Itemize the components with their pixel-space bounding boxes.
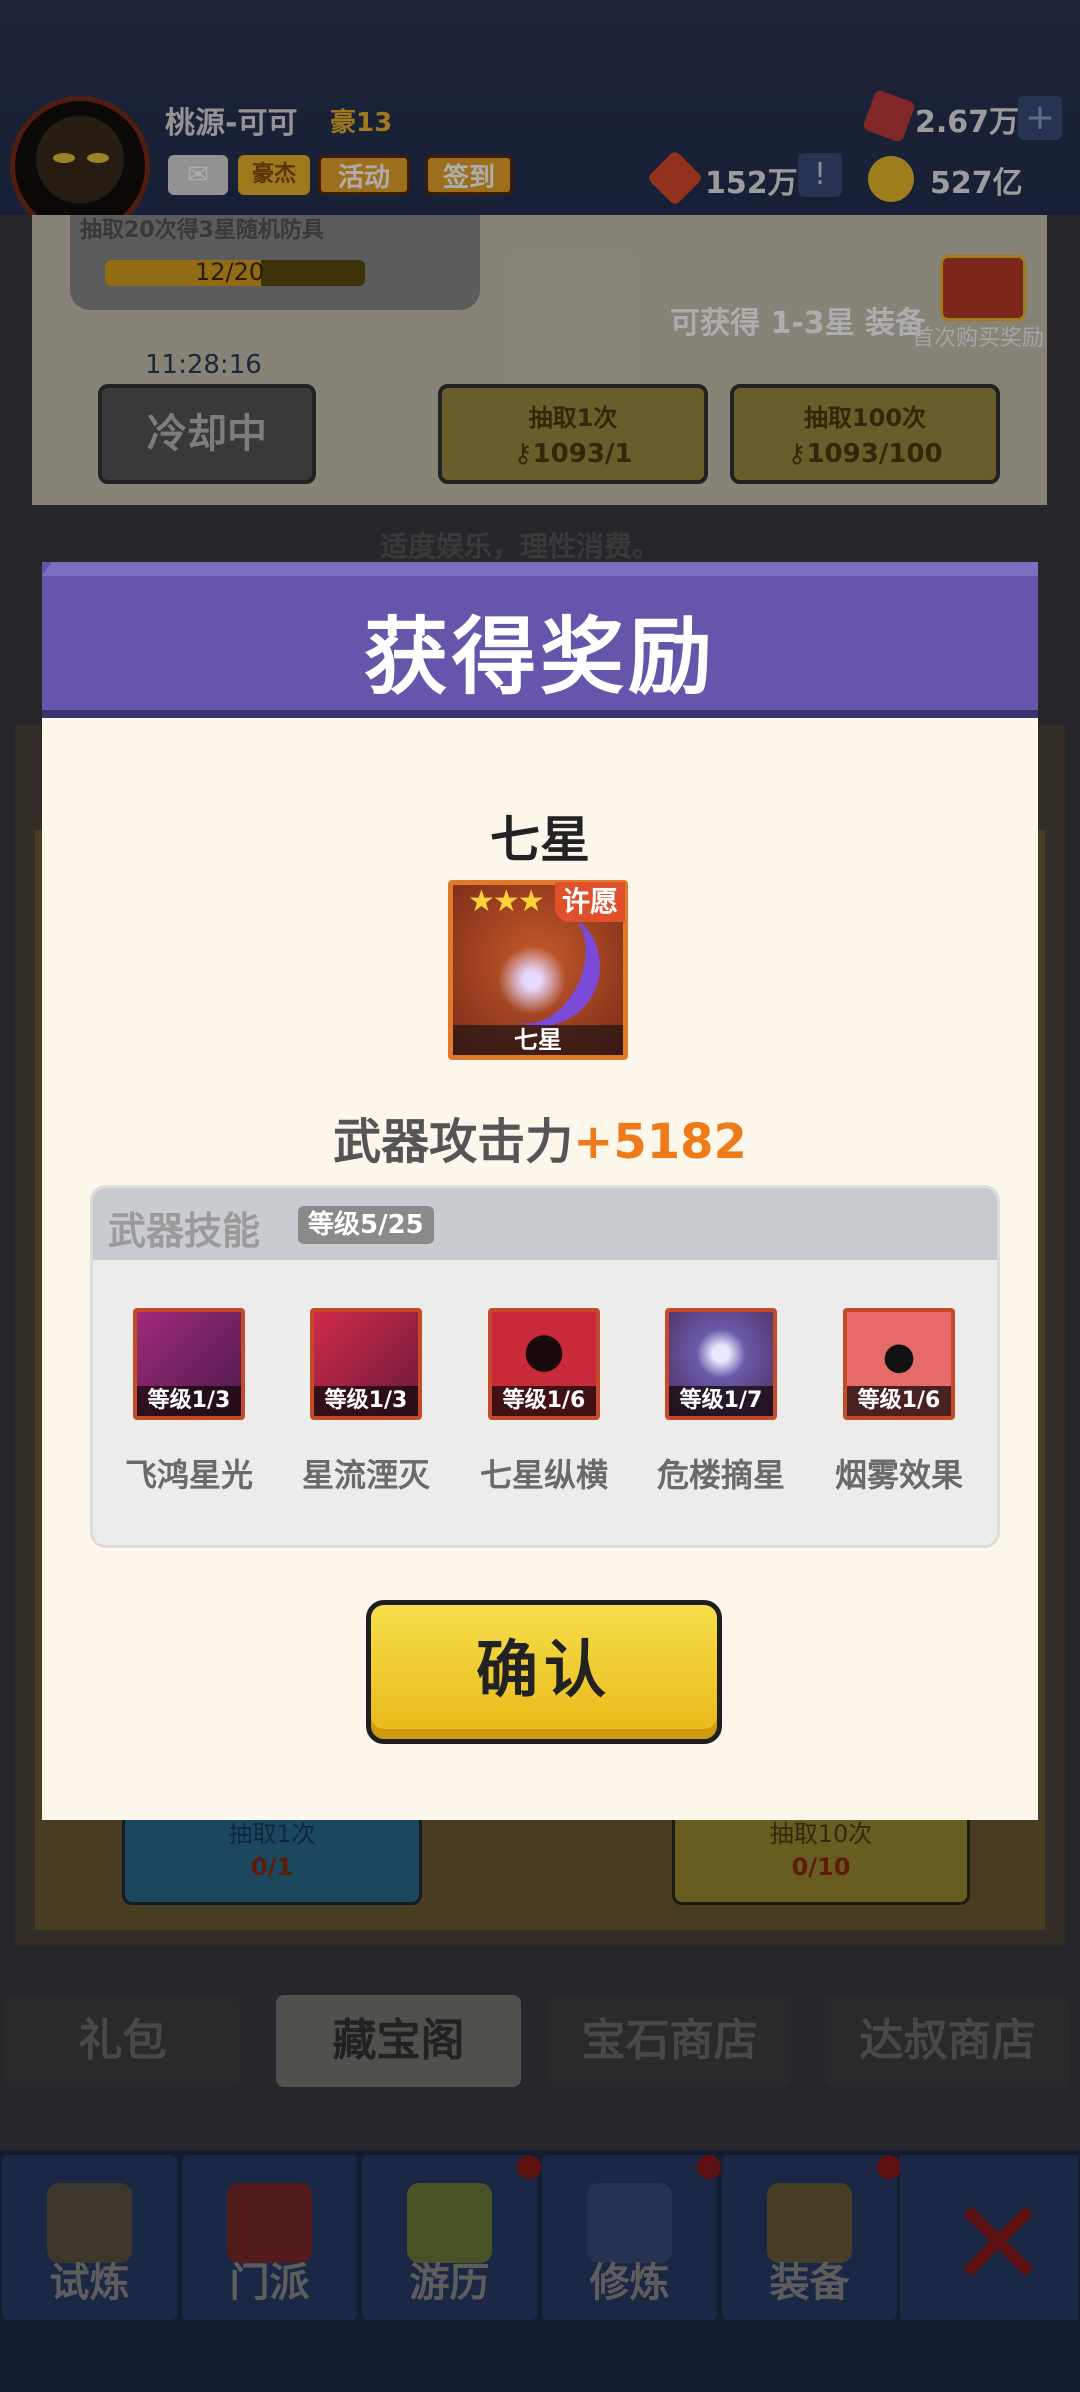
reward-item-card-label: 七星 — [453, 1025, 623, 1055]
skill-name: 烟雾效果 — [834, 1456, 963, 1494]
skill-level: 等级1/3 — [314, 1386, 418, 1416]
skill-level: 等级1/3 — [137, 1386, 241, 1416]
modal-title: 获得奖励 — [363, 608, 716, 706]
weapon-skill-level: 等级5/25 — [298, 1206, 434, 1244]
skill-name: 七星纵横 — [479, 1456, 608, 1494]
skill-name: 危楼摘星 — [656, 1456, 785, 1494]
header-highlight — [42, 562, 1038, 576]
skill-name: 星流湮灭 — [301, 1456, 430, 1494]
confirm-button[interactable]: 确认 — [366, 1600, 722, 1744]
weapon-skill-title: 武器技能 — [108, 1209, 261, 1253]
reward-item-name: 七星 — [490, 811, 590, 869]
skill-name: 飞鸿星光 — [124, 1456, 253, 1494]
weapon-attack-line: 武器攻击力+5182 — [42, 1102, 1038, 1172]
skill-icon[interactable]: 等级1/7 — [665, 1308, 777, 1420]
skill-level: 等级1/6 — [492, 1386, 596, 1416]
star-rating-icon: ★★★ — [468, 884, 545, 919]
skill-icon[interactable]: 等级1/3 — [310, 1308, 422, 1420]
skill-icon[interactable]: 等级1/6 — [488, 1308, 600, 1420]
weapon-attack-label: 武器攻击力 — [333, 1114, 574, 1170]
skill-level: 等级1/6 — [847, 1386, 951, 1416]
skill-icon[interactable]: 等级1/3 — [133, 1308, 245, 1420]
skill-icon[interactable]: 等级1/6 — [843, 1308, 955, 1420]
header-divider — [42, 710, 1038, 718]
weapon-attack-value: +5182 — [573, 1114, 747, 1170]
wish-badge: 许愿 — [555, 882, 625, 922]
skill-level: 等级1/7 — [669, 1386, 773, 1416]
